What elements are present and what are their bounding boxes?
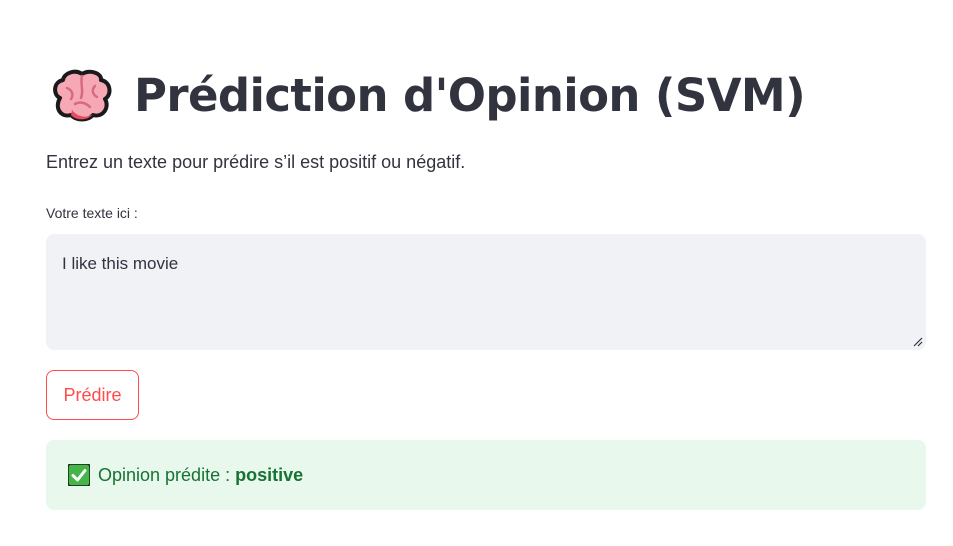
opinion-text-area[interactable]: I like this movie bbox=[46, 234, 926, 350]
page-description: Entrez un texte pour prédire s’il est po… bbox=[46, 152, 466, 172]
brain-icon bbox=[50, 68, 114, 122]
check-mark-icon bbox=[68, 464, 90, 486]
result-value: positive bbox=[235, 464, 304, 485]
result-label: Opinion prédite : bbox=[98, 464, 231, 485]
text-input-container: I like this movie bbox=[46, 234, 926, 350]
result-success-alert: Opinion prédite : positive bbox=[46, 440, 926, 510]
page-header: Prédiction d'Opinion (SVM) bbox=[50, 62, 806, 128]
page-title: Prédiction d'Opinion (SVM) bbox=[134, 68, 806, 122]
predict-button[interactable]: Prédire bbox=[46, 370, 139, 420]
text-input-label: Votre texte ici : bbox=[46, 205, 138, 221]
resize-handle-icon[interactable] bbox=[913, 337, 923, 347]
